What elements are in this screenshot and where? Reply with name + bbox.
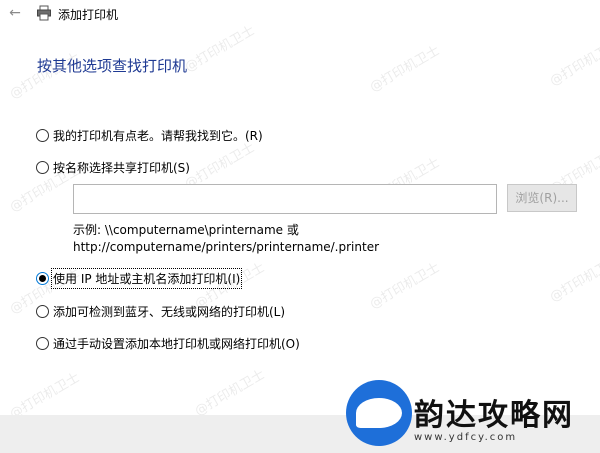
window-title: 添加打印机 — [58, 8, 119, 22]
back-arrow-icon[interactable]: ← — [6, 4, 24, 22]
option-shared-printer-label: 按名称选择共享打印机(S) — [53, 160, 190, 175]
radio-ip-address[interactable] — [36, 271, 49, 285]
radio-shared-printer[interactable] — [36, 160, 49, 174]
browse-button[interactable]: 浏览(R)... — [507, 184, 577, 212]
site-logo-text: 韵达攻略网 — [414, 398, 574, 433]
option-ip-address-label: 使用 IP 地址或主机名添加打印机(I) — [50, 267, 243, 289]
page-heading: 按其他选项查找打印机 — [37, 57, 188, 75]
option-shared-printer[interactable]: 按名称选择共享打印机(S) — [36, 158, 190, 176]
option-bluetooth-label: 添加可检测到蓝牙、无线或网络的打印机(L) — [53, 304, 286, 319]
option-manual[interactable]: 通过手动设置添加本地打印机或网络打印机(O) — [36, 334, 300, 352]
watermark: @打印机卫士 — [367, 43, 443, 96]
option-old-printer-label: 我的打印机有点老。请帮我找到它。(R) — [53, 128, 263, 143]
watermark: @打印机卫士 — [547, 253, 600, 306]
printer-name-input[interactable] — [73, 184, 497, 214]
printer-icon — [37, 5, 51, 21]
example-line-1: 示例: \\computername\printername 或 — [73, 223, 299, 237]
watermark: @打印机卫士 — [367, 260, 443, 313]
watermark: @打印机卫士 — [192, 367, 268, 420]
option-manual-label: 通过手动设置添加本地打印机或网络打印机(O) — [53, 336, 300, 351]
example-text: 示例: \\computername\printername 或 http://… — [73, 222, 379, 256]
watermark: @打印机卫士 — [547, 37, 600, 90]
radio-old-printer[interactable] — [36, 128, 49, 142]
option-ip-address[interactable]: 使用 IP 地址或主机名添加打印机(I) — [36, 267, 243, 289]
title-bar: ← 添加打印机 — [0, 0, 600, 30]
option-bluetooth[interactable]: 添加可检测到蓝牙、无线或网络的打印机(L) — [36, 302, 285, 320]
watermark: @打印机卫士 — [7, 370, 83, 423]
radio-bluetooth[interactable] — [36, 304, 49, 318]
option-old-printer[interactable]: 我的打印机有点老。请帮我找到它。(R) — [36, 126, 263, 144]
radio-manual[interactable] — [36, 336, 49, 350]
site-logo-url: www.ydfcy.com — [414, 432, 518, 443]
example-line-2: http://computername/printers/printername… — [73, 240, 380, 254]
logo-wing-icon — [356, 398, 402, 428]
